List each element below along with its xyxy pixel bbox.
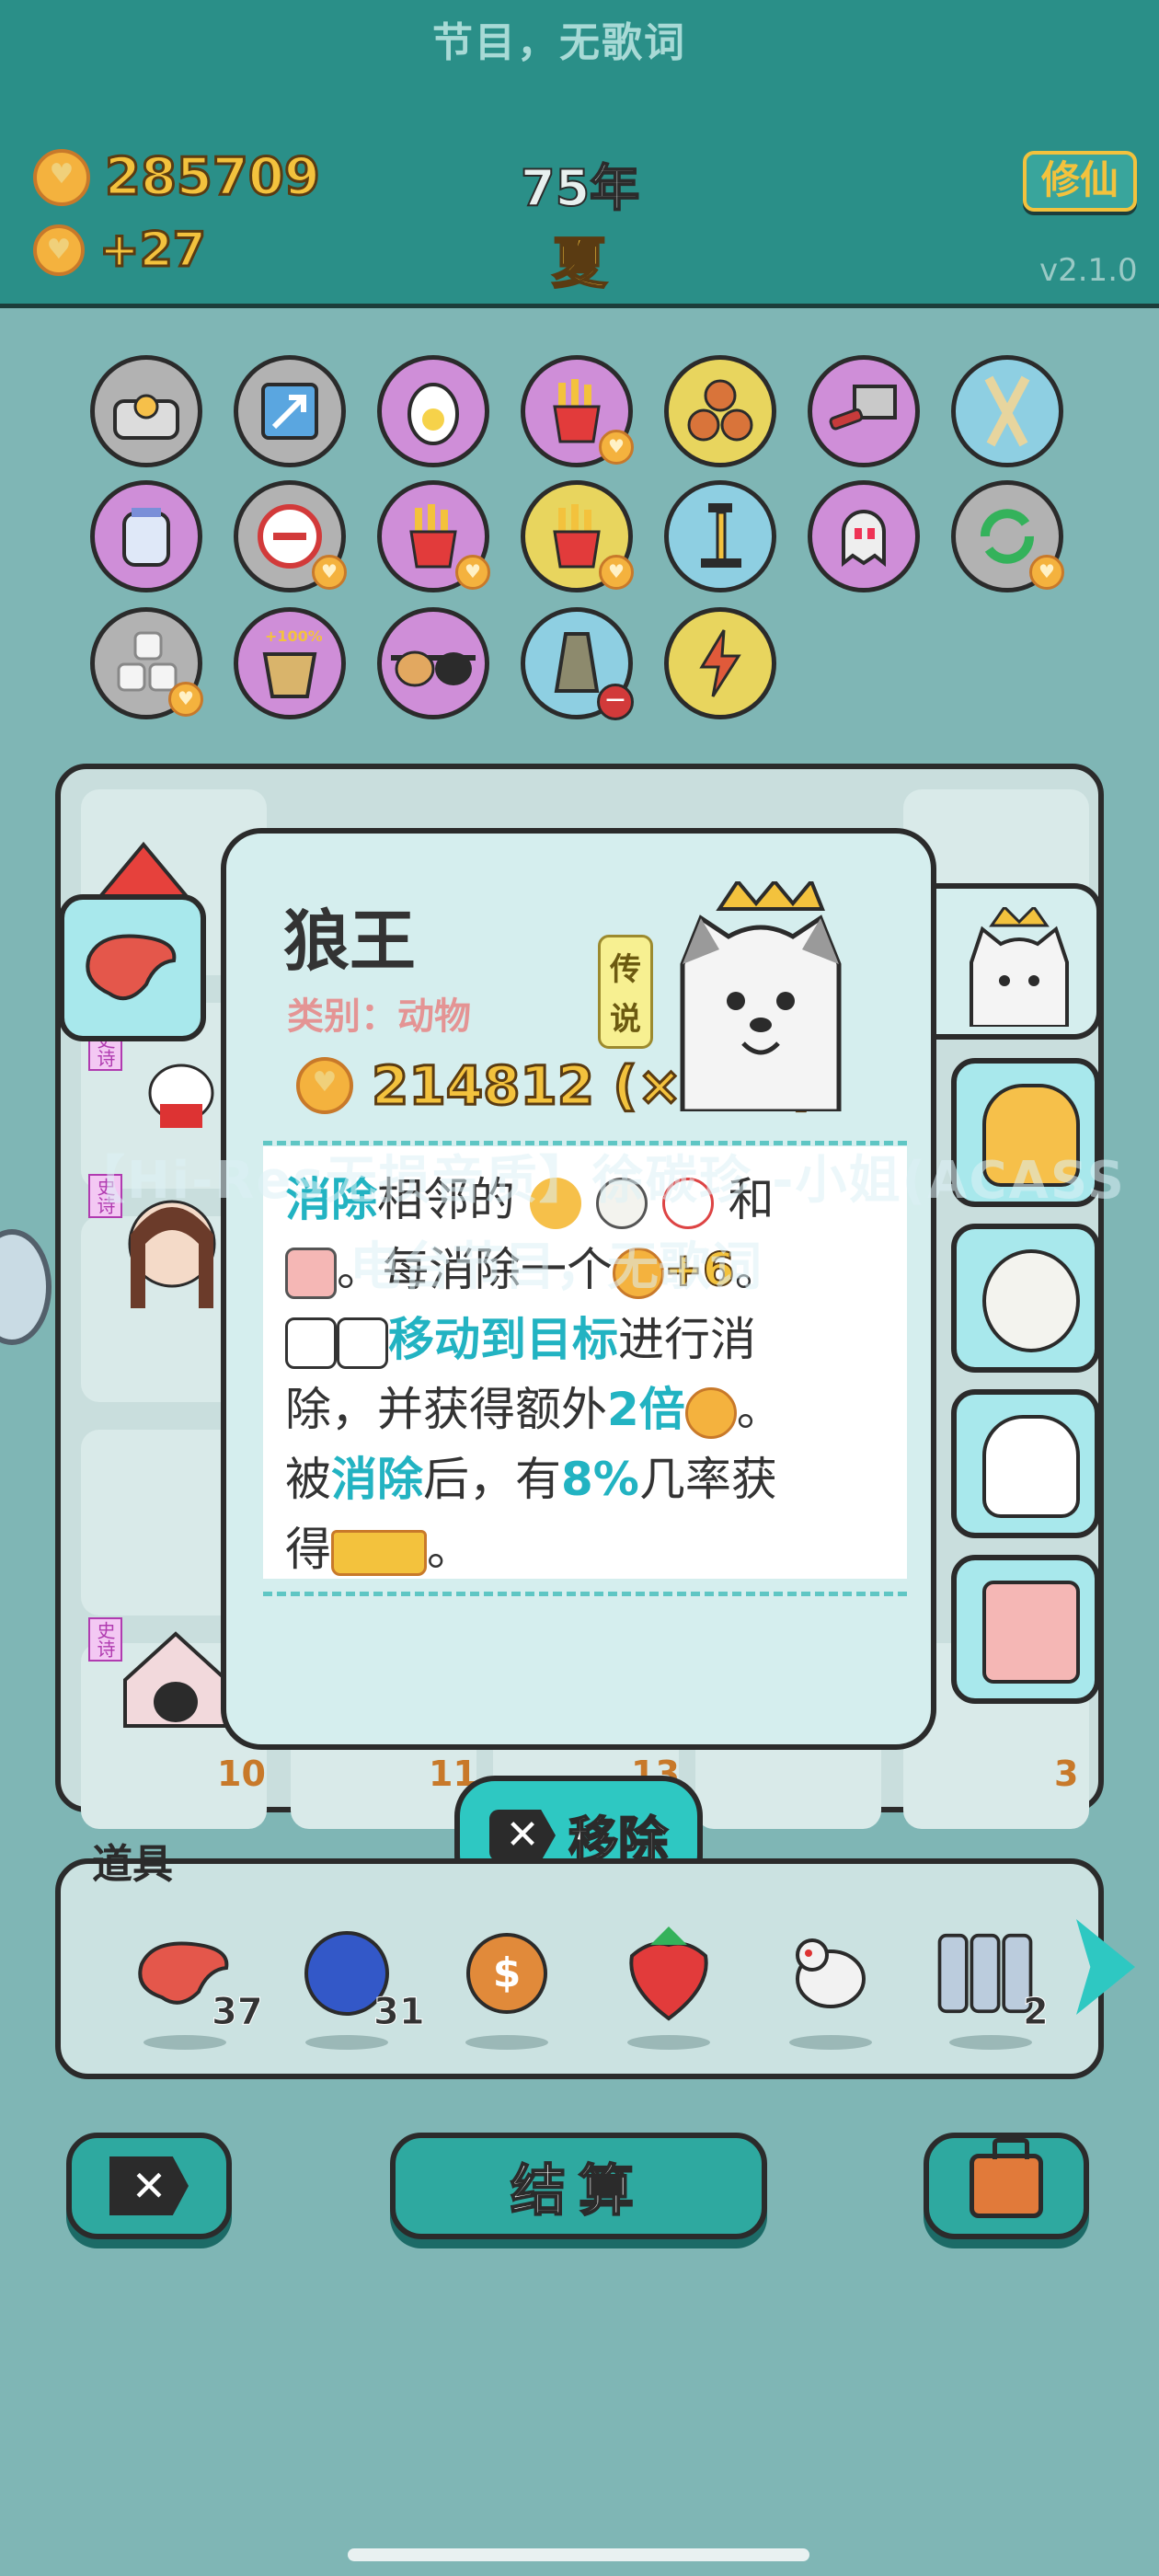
doghouse-icon	[123, 1631, 228, 1728]
prop-count: 31	[373, 1991, 426, 2034]
crown-icon	[331, 1529, 427, 1576]
rabbit-target-card[interactable]	[951, 1389, 1100, 1538]
xiuxian-button[interactable]: 修仙	[1023, 151, 1137, 212]
close-icon: ✕	[109, 2156, 189, 2215]
props-bar: 37 31 $ 2	[55, 1858, 1104, 2079]
rarity-badge: 传说	[598, 935, 653, 1049]
home-indicator[interactable]	[348, 2548, 809, 2561]
heart-badge-icon: ♥	[1029, 555, 1064, 590]
coin-icon	[684, 1386, 737, 1439]
bucket-icon[interactable]: +100%	[234, 607, 346, 719]
pot-icon[interactable]	[90, 355, 202, 467]
coin-total-value: 285709	[104, 146, 322, 209]
season-label: 夏	[551, 231, 608, 297]
sheep-icon	[982, 1249, 1080, 1352]
arrow-card-icon[interactable]	[234, 355, 346, 467]
wolf-king-icon	[680, 881, 842, 1111]
watermark: 【Hi-Res无损音质】徐碳珍 -小姐(ACASS	[74, 1151, 1126, 1211]
item-name: 狼王	[283, 903, 417, 980]
fries-icon[interactable]: ♥	[521, 480, 634, 592]
trash-bag-icon[interactable]: −	[521, 607, 634, 720]
heart-badge-icon: ♥	[168, 682, 203, 717]
dollar-coin-prop[interactable]: $	[456, 1923, 557, 2024]
shadow	[305, 2035, 388, 2050]
props-title: 道具	[92, 1841, 173, 1888]
top-bar: 节目，无歌词 285709 +27 75年 夏 修仙 v2.1.0	[0, 0, 1159, 308]
fries-icon[interactable]: ♥	[377, 480, 490, 592]
coin-icon	[33, 148, 90, 206]
cleaver-icon[interactable]	[808, 355, 920, 467]
coin-income-value: +27	[98, 222, 208, 280]
heart-badge-icon: ♥	[455, 555, 490, 590]
slot-count: 10	[217, 1754, 266, 1794]
wolf-king-icon	[285, 1317, 337, 1369]
ghost-lamp-icon[interactable]	[808, 480, 920, 592]
rabbit-icon	[982, 1415, 1080, 1518]
heart-badge-icon: ♥	[312, 555, 347, 590]
briefcase-icon	[970, 2138, 1043, 2218]
minus-badge-icon: −	[597, 684, 634, 720]
egg-icon[interactable]	[377, 355, 489, 467]
basketballs-icon[interactable]	[664, 355, 776, 467]
exit-button[interactable]: ✕	[66, 2133, 232, 2239]
wolf-king-icon	[970, 907, 1069, 1027]
pig-target-card[interactable]	[951, 1555, 1100, 1704]
bag-button[interactable]	[924, 2133, 1089, 2239]
liver-icon	[86, 934, 177, 1001]
liver-card[interactable]	[59, 894, 206, 1041]
pig-icon	[285, 1247, 337, 1299]
sheep-target-card[interactable]	[951, 1224, 1100, 1373]
shadow	[789, 2035, 872, 2050]
recycle-icon[interactable]: ♥	[951, 480, 1064, 592]
strawberry-prop[interactable]	[618, 1923, 719, 2024]
svg-text:$: $	[493, 1949, 522, 1996]
eye-patch-icon[interactable]	[377, 607, 489, 719]
close-icon: ✕	[489, 1810, 556, 1861]
version-label: v2.1.0	[1039, 252, 1138, 289]
slot-count: 3	[1054, 1754, 1079, 1794]
floating-ball[interactable]	[0, 1229, 52, 1345]
remove-token-icon[interactable]: ♥	[234, 480, 347, 592]
rarity-tag: 史诗	[88, 1617, 122, 1662]
scroll-prop[interactable]	[935, 1923, 1036, 2024]
item-category: 类别：动物	[287, 995, 471, 1038]
prop-count: 2	[1023, 1991, 1050, 2034]
coin-icon	[33, 224, 85, 276]
coin-total: 285709	[33, 146, 322, 209]
heart-badge-icon: ♥	[599, 555, 634, 590]
prop-count: 37	[212, 1991, 264, 2034]
year-label: 75年	[520, 158, 640, 218]
sugar-cubes-icon[interactable]: ♥	[90, 607, 203, 719]
shadow	[143, 2035, 226, 2050]
chopsticks-icon[interactable]	[951, 355, 1063, 467]
shadow	[949, 2035, 1032, 2050]
pump-icon[interactable]	[664, 480, 776, 592]
pig-icon	[982, 1581, 1080, 1684]
coin-icon	[296, 1057, 353, 1114]
coin-income: +27	[33, 222, 208, 280]
lightning-icon[interactable]	[664, 607, 776, 719]
divider	[263, 1592, 907, 1596]
rabbit-icon	[148, 1064, 214, 1128]
marquee-text: 节目，无歌词	[432, 19, 686, 66]
milk-jar-icon[interactable]	[90, 480, 202, 592]
watermark: 电台节目，无歌词	[350, 1237, 762, 1297]
wolf-icon	[337, 1317, 388, 1369]
settle-button[interactable]: 结算	[390, 2133, 767, 2239]
heart-badge-icon: ♥	[599, 430, 634, 465]
fries-icon[interactable]: ♥	[521, 355, 634, 467]
hundred-percent-label: +100%	[265, 627, 322, 645]
shadow	[627, 2035, 710, 2050]
wolf-king-target-card[interactable]	[936, 883, 1102, 1040]
shadow	[465, 2035, 548, 2050]
dove-prop[interactable]	[780, 1923, 881, 2024]
